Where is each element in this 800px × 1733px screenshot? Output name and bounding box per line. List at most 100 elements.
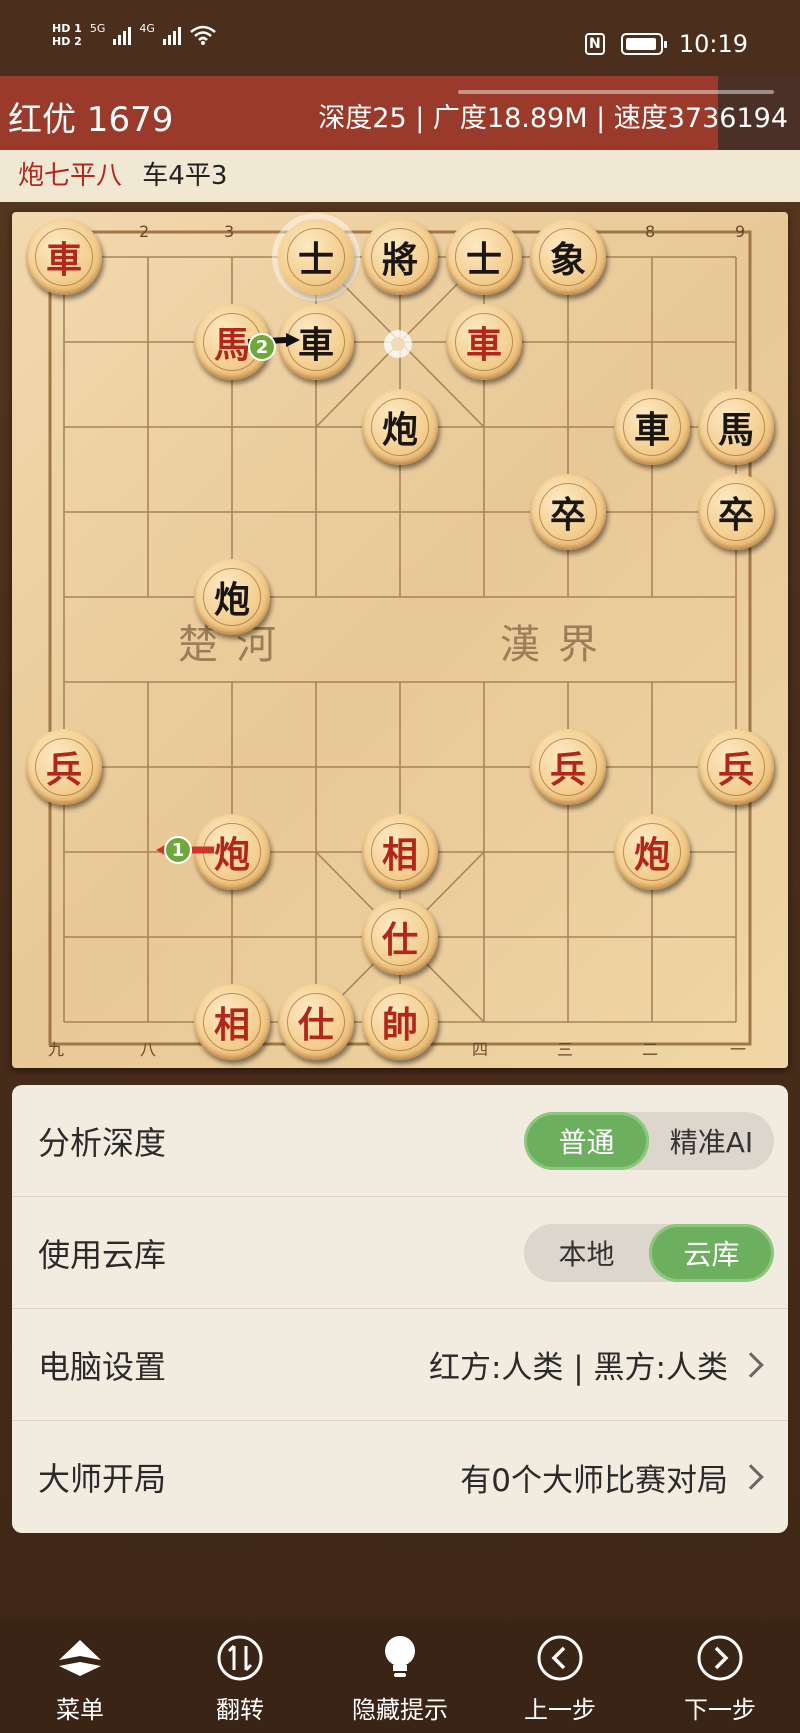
best-moves-line: 炮七平八 车4平3: [0, 150, 800, 202]
piece-black-horse[interactable]: 馬: [698, 389, 774, 465]
piece-red-soldier[interactable]: 兵: [698, 729, 774, 805]
menu-icon: [54, 1632, 106, 1684]
piece-character: 仕: [371, 908, 429, 966]
piece-character: 車: [455, 313, 513, 371]
piece-red-advisor[interactable]: 仕: [278, 984, 354, 1060]
piece-character: 象: [539, 228, 597, 286]
file-label-top-9: 9: [735, 222, 746, 241]
red-move-suggestion[interactable]: 炮七平八: [18, 161, 122, 191]
master-opening-value-group: 有0个大师比赛对局: [460, 1455, 774, 1500]
analysis-depth-toggle[interactable]: 普通 精准AI: [524, 1111, 774, 1170]
nav-hint-button[interactable]: 隐藏提示: [330, 1632, 470, 1725]
hd1-label: HD 1: [52, 22, 82, 35]
piece-red-cannon[interactable]: 炮: [614, 814, 690, 890]
setting-master-opening[interactable]: 大师开局 有0个大师比赛对局: [12, 1421, 788, 1533]
piece-character: 馬: [707, 398, 765, 456]
piece-character: 炮: [203, 568, 261, 626]
nav-flip-button[interactable]: 翻转: [170, 1632, 310, 1725]
piece-black-elephant[interactable]: 象: [530, 219, 606, 295]
flip-icon: [214, 1632, 266, 1684]
river-text-han: 漢界: [500, 622, 616, 668]
piece-character: 帥: [371, 993, 429, 1051]
piece-character: 卒: [539, 483, 597, 541]
piece-character: 士: [455, 228, 513, 286]
hint-badge-2: 2: [248, 333, 276, 361]
piece-red-elephant[interactable]: 相: [194, 984, 270, 1060]
setting-analysis-depth: 分析深度 普通 精准AI: [12, 1085, 788, 1197]
hd-indicator: HD 1 HD 2: [52, 22, 82, 48]
chevron-right-icon: [738, 1464, 764, 1490]
piece-character: 車: [623, 398, 681, 456]
battery-icon: [620, 33, 667, 55]
settings-panel: 分析深度 普通 精准AI 使用云库 本地 云库 电脑设置 红方:人类 | 黑方:…: [12, 1085, 788, 1533]
nav-flip-label: 翻转: [216, 1696, 264, 1724]
computer-settings-value-group: 红方:人类 | 黑方:人类: [429, 1342, 774, 1387]
depth-option-normal[interactable]: 普通: [524, 1111, 649, 1170]
file-label-bottom-1: 一: [730, 1040, 747, 1059]
piece-character: 車: [35, 228, 93, 286]
piece-black-cannon[interactable]: 炮: [194, 559, 270, 635]
chevron-right-icon: [738, 1351, 764, 1378]
evaluation-score: 红优 1679: [8, 100, 174, 140]
piece-character: 兵: [35, 738, 93, 796]
nav-menu-button[interactable]: 菜单: [10, 1632, 150, 1725]
piece-red-chariot[interactable]: 車: [446, 304, 522, 380]
file-label-bottom-3: 三: [557, 1040, 574, 1059]
analysis-depth-label: 分析深度: [38, 1123, 167, 1162]
file-label-bottom-9: 九: [48, 1040, 65, 1059]
network-4g-label: 4G: [139, 22, 155, 35]
piece-character: 相: [203, 993, 261, 1051]
depth-option-precise-ai[interactable]: 精准AI: [649, 1112, 774, 1170]
lightbulb-icon: [374, 1632, 426, 1684]
piece-black-soldier[interactable]: 卒: [698, 474, 774, 550]
network-5g-label: 5G: [89, 22, 106, 35]
piece-character: 將: [371, 228, 429, 286]
nav-prev-label: 上一步: [524, 1696, 596, 1724]
status-bar: HD 1 HD 2 5G 4G N 10:19: [0, 0, 800, 76]
piece-black-general[interactable]: 將: [362, 219, 438, 295]
piece-black-cannon[interactable]: 炮: [362, 389, 438, 465]
bottom-nav: 菜单 翻转 隐藏提示 上一步 下一步: [0, 1620, 800, 1733]
black-move-suggestion[interactable]: 车4平3: [142, 161, 227, 191]
piece-character: 仕: [287, 993, 345, 1051]
piece-character: 兵: [539, 738, 597, 796]
piece-black-advisor[interactable]: 士: [278, 219, 354, 295]
chevron-right-icon: [694, 1632, 746, 1684]
status-bar-right: N 10:19: [584, 30, 748, 58]
wifi-icon: [190, 25, 216, 45]
piece-red-cannon[interactable]: 炮: [194, 814, 270, 890]
piece-black-soldier[interactable]: 卒: [530, 474, 606, 550]
hd2-label: HD 2: [52, 35, 82, 48]
analysis-progress-track: [458, 90, 774, 94]
cloud-library-toggle[interactable]: 本地 云库: [524, 1223, 774, 1282]
master-opening-label: 大师开局: [38, 1460, 167, 1498]
cloud-option-cloud[interactable]: 云库: [649, 1223, 774, 1282]
piece-character: 兵: [707, 738, 765, 796]
piece-red-soldier[interactable]: 兵: [26, 729, 102, 805]
piece-red-elephant[interactable]: 相: [362, 814, 438, 890]
piece-character: 車: [287, 313, 345, 371]
nav-hint-label: 隐藏提示: [352, 1696, 448, 1724]
setting-computer[interactable]: 电脑设置 红方:人类 | 黑方:人类: [12, 1309, 788, 1421]
piece-red-chariot[interactable]: 車: [26, 219, 102, 295]
file-label-bottom-2: 二: [642, 1040, 659, 1059]
cloud-option-local[interactable]: 本地: [524, 1224, 649, 1282]
computer-settings-value: 红方:人类 | 黑方:人类: [428, 1350, 728, 1386]
piece-red-soldier[interactable]: 兵: [530, 729, 606, 805]
master-opening-value: 有0个大师比赛对局: [460, 1462, 728, 1499]
piece-red-general[interactable]: 帥: [362, 984, 438, 1060]
piece-red-advisor[interactable]: 仕: [362, 899, 438, 975]
clock: 10:19: [678, 30, 748, 58]
file-label-top-8: 8: [645, 222, 656, 241]
nav-prev-button[interactable]: 上一步: [490, 1632, 630, 1725]
file-label-top-2: 2: [139, 222, 150, 241]
piece-character: 卒: [707, 483, 765, 541]
chevron-left-icon: [534, 1632, 586, 1684]
piece-character: 炮: [371, 398, 429, 456]
piece-black-chariot[interactable]: 車: [614, 389, 690, 465]
nav-next-button[interactable]: 下一步: [650, 1632, 790, 1725]
piece-black-chariot[interactable]: 車: [278, 304, 354, 380]
setting-cloud-library: 使用云库 本地 云库: [12, 1197, 788, 1309]
hint-badge-1: 1: [164, 836, 192, 864]
piece-black-advisor[interactable]: 士: [446, 219, 522, 295]
